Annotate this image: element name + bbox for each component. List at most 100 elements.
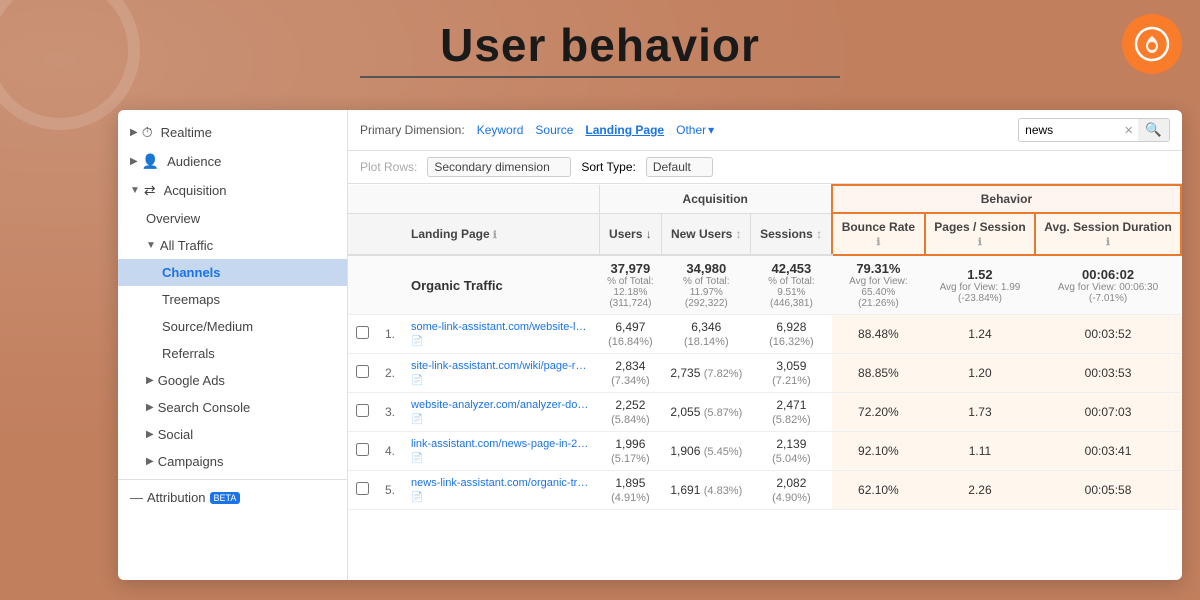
search-input[interactable] xyxy=(1019,120,1119,140)
secondary-dimension-select[interactable]: Secondary dimension xyxy=(427,157,571,177)
avg-session-col-header[interactable]: Avg. Session Duration ℹ xyxy=(1035,213,1181,255)
sidebar-label: Campaigns xyxy=(158,454,224,469)
row-sessions: 2,082 (4.90%) xyxy=(751,471,832,510)
column-header-row: Landing Page ℹ Users ↓ New Users ↕ Se xyxy=(348,213,1181,255)
row-pages-session: 1.24 xyxy=(925,315,1035,354)
row-new-users: 2,055 (5.87%) xyxy=(662,393,751,432)
arrow-icon: ▶ xyxy=(146,402,154,413)
row-landing-page: website-analyzer.com/analyzer-domains.ht… xyxy=(403,393,599,432)
page-title: User behavior xyxy=(0,18,1200,72)
row-pages-session: 1.11 xyxy=(925,432,1035,471)
row-checkbox[interactable] xyxy=(348,432,377,471)
beta-badge: BETA xyxy=(210,492,241,504)
sidebar-item-all-traffic[interactable]: ▼ All Traffic xyxy=(118,232,347,259)
row-checkbox[interactable] xyxy=(348,354,377,393)
row-checkbox[interactable] xyxy=(348,315,377,354)
row-bounce-rate: 72.20% xyxy=(832,393,925,432)
table-row: 4. link-assistant.com/news-page-in-2020-… xyxy=(348,432,1181,471)
row-landing-page: some-link-assistant.com/website-landing-… xyxy=(403,315,599,354)
row-bounce-rate: 88.85% xyxy=(832,354,925,393)
row-avg-session: 00:03:41 xyxy=(1035,432,1181,471)
sidebar-label: Referrals xyxy=(162,346,215,361)
info-icon: ℹ xyxy=(978,237,982,248)
sidebar-item-audience[interactable]: ▶ 👤 Audience xyxy=(118,147,347,176)
pages-session-col-header[interactable]: Pages / Session ℹ xyxy=(925,213,1035,255)
sidebar-item-attribution[interactable]: — Attribution BETA xyxy=(118,484,347,511)
row-users: 2,252 (5.84%) xyxy=(599,393,662,432)
clear-search-button[interactable]: ✕ xyxy=(1119,122,1138,139)
row-sessions: 6,928 (16.32%) xyxy=(751,315,832,354)
landing-page-link[interactable]: news-link-assistant.com/organic-traffic-… xyxy=(411,477,591,489)
sidebar-item-search-console[interactable]: ▶ Search Console xyxy=(118,394,347,421)
row-checkbox[interactable] xyxy=(348,393,377,432)
sidebar-item-google-ads[interactable]: ▶ Google Ads xyxy=(118,367,347,394)
dim-other[interactable]: Other ▾ xyxy=(676,123,714,137)
row-sessions: 3,059 (7.21%) xyxy=(751,354,832,393)
total-avg-session: 00:06:02 Avg for View: 00:06:30 (-7.01%) xyxy=(1035,255,1181,315)
row-landing-page: link-assistant.com/news-page-in-2020-202… xyxy=(403,432,599,471)
sidebar-item-realtime[interactable]: ▶ ⏱ Realtime xyxy=(118,118,347,147)
table-container: Acquisition Behavior Landing Page ℹ xyxy=(348,184,1182,580)
group-header-row: Acquisition Behavior xyxy=(348,185,1181,213)
sessions-col-header[interactable]: Sessions ↕ xyxy=(751,213,832,255)
toolbar-row1: Primary Dimension: Keyword Source Landin… xyxy=(348,110,1182,151)
sidebar-item-channels[interactable]: Channels xyxy=(118,259,347,286)
page-icon: 📄 xyxy=(411,336,423,347)
row-avg-session: 00:05:58 xyxy=(1035,471,1181,510)
landing-page-link[interactable]: site-link-assistant.com/wiki/page-rank-s… xyxy=(411,360,591,372)
dim-keyword[interactable]: Keyword xyxy=(477,123,524,137)
table-row: 5. news-link-assistant.com/organic-traff… xyxy=(348,471,1181,510)
sidebar-item-source-medium[interactable]: Source/Medium xyxy=(118,313,347,340)
row-pages-session: 1.20 xyxy=(925,354,1035,393)
landing-page-link[interactable]: website-analyzer.com/analyzer-domains.ht… xyxy=(411,399,591,411)
info-icon: ℹ xyxy=(876,237,880,248)
total-bounce-rate: 79.31% Avg for View: 65.40% (21.26%) xyxy=(832,255,925,315)
page-icon: 📄 xyxy=(411,453,423,464)
sort-type-label: Sort Type: xyxy=(581,160,635,174)
new-users-col-header[interactable]: New Users ↕ xyxy=(662,213,751,255)
behavior-group-header: Behavior xyxy=(832,185,1181,213)
row-users: 6,497 (16.84%) xyxy=(599,315,662,354)
arrow-icon: ▶ xyxy=(130,127,138,138)
arrow-icon: ▼ xyxy=(146,240,156,251)
landing-page-link[interactable]: some-link-assistant.com/website-landing-… xyxy=(411,321,591,333)
sort-type-select[interactable]: Default xyxy=(646,157,713,177)
person-icon: 👤 xyxy=(142,153,159,170)
search-button[interactable]: 🔍 xyxy=(1138,119,1169,141)
bounce-rate-col-header[interactable]: Bounce Rate ℹ xyxy=(832,213,925,255)
table-row: 2. site-link-assistant.com/wiki/page-ran… xyxy=(348,354,1181,393)
row-avg-session: 00:03:52 xyxy=(1035,315,1181,354)
sidebar-label: Google Ads xyxy=(158,373,225,388)
row-checkbox[interactable] xyxy=(348,471,377,510)
sidebar-item-campaigns[interactable]: ▶ Campaigns xyxy=(118,448,347,475)
sidebar-item-acquisition[interactable]: ▼ ⇄ Acquisition xyxy=(118,176,347,205)
title-section: User behavior xyxy=(0,0,1200,88)
sidebar-item-treemaps[interactable]: Treemaps xyxy=(118,286,347,313)
sidebar-item-social[interactable]: ▶ Social xyxy=(118,421,347,448)
title-underline xyxy=(360,76,840,78)
logo-circle xyxy=(1122,14,1182,74)
row-landing-page: news-link-assistant.com/organic-traffic-… xyxy=(403,471,599,510)
landing-page-col-header[interactable]: Landing Page ℹ xyxy=(403,213,599,255)
arrow-icon: ▼ xyxy=(130,185,140,196)
row-bounce-rate: 62.10% xyxy=(832,471,925,510)
sidebar-label: Attribution xyxy=(147,490,206,505)
checkbox-col-header xyxy=(348,213,377,255)
sidebar-label: Channels xyxy=(162,265,221,280)
dim-source[interactable]: Source xyxy=(535,123,573,137)
sort-icon: ↓ xyxy=(646,227,652,241)
total-checkbox xyxy=(348,255,377,315)
plot-rows-label: Plot Rows: xyxy=(360,160,417,174)
landing-page-link[interactable]: link-assistant.com/news-page-in-2020-202… xyxy=(411,438,591,450)
sidebar-item-referrals[interactable]: Referrals xyxy=(118,340,347,367)
sidebar-item-overview[interactable]: Overview xyxy=(118,205,347,232)
bg-decoration xyxy=(0,0,140,130)
row-pages-session: 2.26 xyxy=(925,471,1035,510)
users-col-header[interactable]: Users ↓ xyxy=(599,213,662,255)
total-users: 37,979 % of Total: 12.18% (311,724) xyxy=(599,255,662,315)
sidebar-label: Treemaps xyxy=(162,292,220,307)
dim-landing-page[interactable]: Landing Page xyxy=(585,123,664,137)
acquisition-group-header: Acquisition xyxy=(599,185,832,213)
row-new-users: 1,691 (4.83%) xyxy=(662,471,751,510)
total-sessions: 42,453 % of Total: 9.51% (446,381) xyxy=(751,255,832,315)
